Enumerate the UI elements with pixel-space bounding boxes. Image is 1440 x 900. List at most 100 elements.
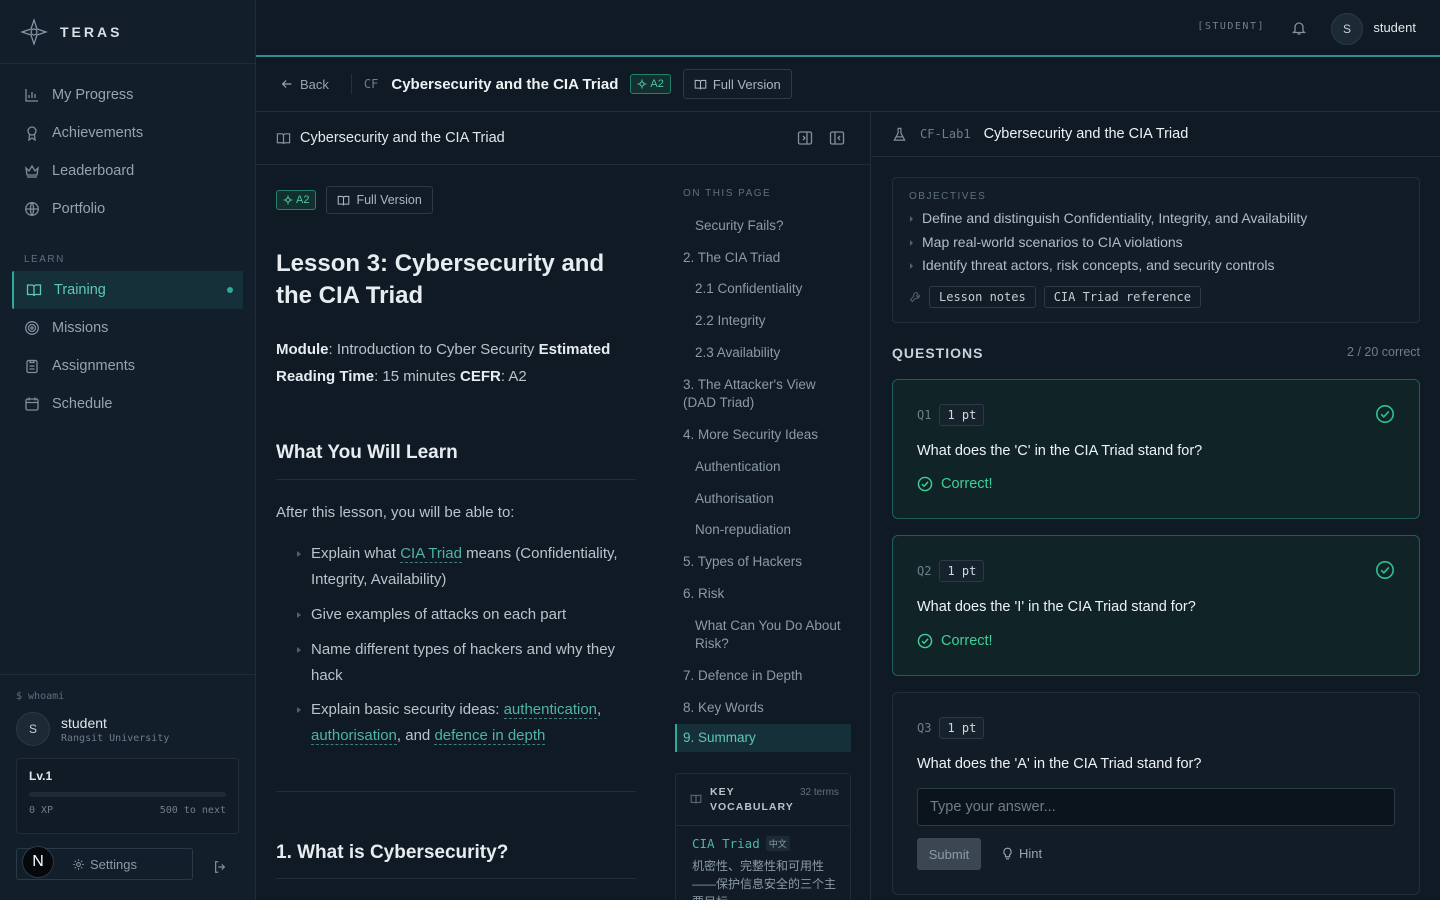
sidebar-item-portfolio[interactable]: Portfolio xyxy=(0,190,255,228)
toc-item[interactable]: 7. Defence in Depth xyxy=(675,667,851,685)
lesson-title: Cybersecurity and the CIA Triad xyxy=(391,75,619,93)
toc-item-active[interactable]: 9. Summary xyxy=(675,724,851,752)
list-item: Identify threat actors, risk concepts, a… xyxy=(909,254,1403,278)
n-badge[interactable]: N xyxy=(22,846,54,878)
book-icon xyxy=(690,793,702,805)
sidebar-item-label: Portfolio xyxy=(52,201,106,217)
level-badge-text: A2 xyxy=(296,194,310,206)
sidebar-item-label: Leaderboard xyxy=(52,163,135,179)
avatar: S xyxy=(16,712,50,746)
learn-heading: What You Will Learn xyxy=(276,442,458,463)
glossary-link[interactable]: authentication xyxy=(503,701,597,719)
toc-item[interactable]: Authentication xyxy=(675,458,851,476)
content-panel-title: Cybersecurity and the CIA Triad xyxy=(300,130,505,146)
hint-label: Hint xyxy=(1019,846,1043,861)
list-item: Define and distinguish Confidentiality, … xyxy=(909,207,1403,231)
sidebar-item-label: Assignments xyxy=(52,358,136,374)
sidebar-item-leaderboard[interactable]: Leaderboard xyxy=(0,152,255,190)
answer-input[interactable] xyxy=(917,788,1395,826)
resource-chip[interactable]: Lesson notes xyxy=(929,285,1036,308)
glossary-link[interactable]: defence in depth xyxy=(434,727,546,745)
resource-chip[interactable]: CIA Triad reference xyxy=(1043,285,1201,308)
vocab-title: KEY VOCABULARY xyxy=(710,786,794,813)
section-heading: 1. What is Cybersecurity? xyxy=(276,842,509,863)
brand[interactable]: TERAS xyxy=(0,0,255,64)
question-card: Q1 1 pt What does the 'C' in the CIA Tri… xyxy=(892,379,1420,519)
top-avatar[interactable]: S xyxy=(1331,13,1363,45)
toc-item[interactable]: 3. The Attacker's View (DAD Triad) xyxy=(675,376,851,412)
toc-title: ON THIS PAGE xyxy=(683,188,772,199)
list-item: Map real-world scenarios to CIA violatio… xyxy=(909,231,1403,255)
lesson-heading: Lesson 3: Cybersecurity and the CIA Tria… xyxy=(276,250,605,309)
objectives-list: Define and distinguish Confidentiality, … xyxy=(909,207,1403,278)
cefr-value: : A2 xyxy=(500,368,527,385)
user-row[interactable]: S student Rangsit University xyxy=(16,712,239,746)
points-chip: 1 pt xyxy=(939,717,985,739)
settings-label: Settings xyxy=(90,856,137,872)
bell-icon[interactable] xyxy=(1291,20,1307,36)
divider xyxy=(350,74,352,94)
sidebar-item-assignments[interactable]: Assignments xyxy=(0,347,255,385)
full-version-button[interactable]: Full Version xyxy=(682,69,792,99)
toc-item[interactable]: What Can You Do About Risk? xyxy=(675,617,851,653)
lesson-header: Back CF Cybersecurity and the CIA Triad … xyxy=(256,57,1440,112)
calendar-icon xyxy=(24,396,40,412)
xp-to-next: 500 to next xyxy=(159,805,226,816)
check-circle-icon xyxy=(917,633,933,649)
book-icon xyxy=(694,78,707,91)
back-button[interactable]: Back xyxy=(280,77,329,92)
toc-item[interactable]: 8. Key Words xyxy=(675,699,851,717)
toc-item[interactable]: 2.3 Availability xyxy=(675,344,851,362)
toc-item[interactable]: Non-repudiation xyxy=(675,521,851,539)
xp-progress-bar xyxy=(29,792,226,797)
toc-item[interactable]: 2.2 Integrity xyxy=(675,312,851,330)
bullet-text: Explain what xyxy=(311,545,401,562)
toc-item[interactable]: 2. The CIA Triad xyxy=(675,249,851,267)
sidebar-item-my-progress[interactable]: My Progress xyxy=(0,76,255,114)
lesson-meta: Module: Introduction to Cyber Security E… xyxy=(276,336,636,390)
full-version-button[interactable]: Full Version xyxy=(326,186,433,214)
question-result: Correct! xyxy=(917,633,993,649)
sidebar-item-label: My Progress xyxy=(52,87,134,103)
submit-button[interactable]: Submit xyxy=(917,838,981,870)
arrow-left-icon xyxy=(280,77,294,91)
top-username[interactable]: student xyxy=(1373,20,1416,35)
toc-item[interactable]: 5. Types of Hackers xyxy=(675,553,851,571)
bullet-text: , and xyxy=(396,727,435,744)
resources-row: Lesson notes CIA Triad reference xyxy=(909,285,1403,308)
lab-title: Cybersecurity and the CIA Triad xyxy=(983,126,1189,142)
sidebar-item-training[interactable]: Training xyxy=(12,271,243,309)
collapse-panel-icon[interactable] xyxy=(829,130,845,146)
sidebar-item-schedule[interactable]: Schedule xyxy=(0,385,255,423)
table-of-contents: ON THIS PAGE Security Fails? 2. The CIA … xyxy=(675,188,851,752)
result-text: Correct! xyxy=(941,476,993,492)
list-item: Name different types of hackers and why … xyxy=(276,637,636,689)
lesson-article: A2 Full Version Lesson 3: Cybersecurity … xyxy=(276,186,636,879)
sidebar-item-label: Training xyxy=(54,282,106,298)
toc-item[interactable]: 6. Risk xyxy=(675,585,851,603)
brand-name: TERAS xyxy=(60,23,123,40)
full-version-label: Full Version xyxy=(712,76,781,92)
toc-item[interactable]: Authorisation xyxy=(675,490,851,508)
hint-button[interactable]: Hint xyxy=(1001,846,1042,861)
vocab-header[interactable]: KEY VOCABULARY 32 terms xyxy=(676,774,850,826)
sidebar-item-achievements[interactable]: Achievements xyxy=(0,114,255,152)
logout-icon[interactable] xyxy=(213,860,227,874)
bar-chart-icon xyxy=(24,87,40,103)
list-item: Explain basic security ideas: authentica… xyxy=(276,697,636,749)
glossary-link[interactable]: authorisation xyxy=(311,727,397,745)
divider xyxy=(276,791,636,792)
question-number: Q3 xyxy=(917,721,932,735)
toc-item[interactable]: 2.1 Confidentiality xyxy=(675,280,851,298)
role-label: [STUDENT] xyxy=(1197,21,1265,32)
toc-item[interactable]: Security Fails? xyxy=(675,217,851,235)
module-label: Module xyxy=(276,341,329,358)
toc-item[interactable]: 4. More Security Ideas xyxy=(675,426,851,444)
points-chip: 1 pt xyxy=(939,404,985,426)
collapse-toc-icon[interactable] xyxy=(797,130,813,146)
question-number: Q2 xyxy=(917,564,932,578)
list-item: Give examples of attacks on each part xyxy=(276,602,636,628)
glossary-link[interactable]: CIA Triad xyxy=(400,545,462,563)
sidebar-item-missions[interactable]: Missions xyxy=(0,309,255,347)
vocab-count: 32 terms xyxy=(800,787,839,798)
